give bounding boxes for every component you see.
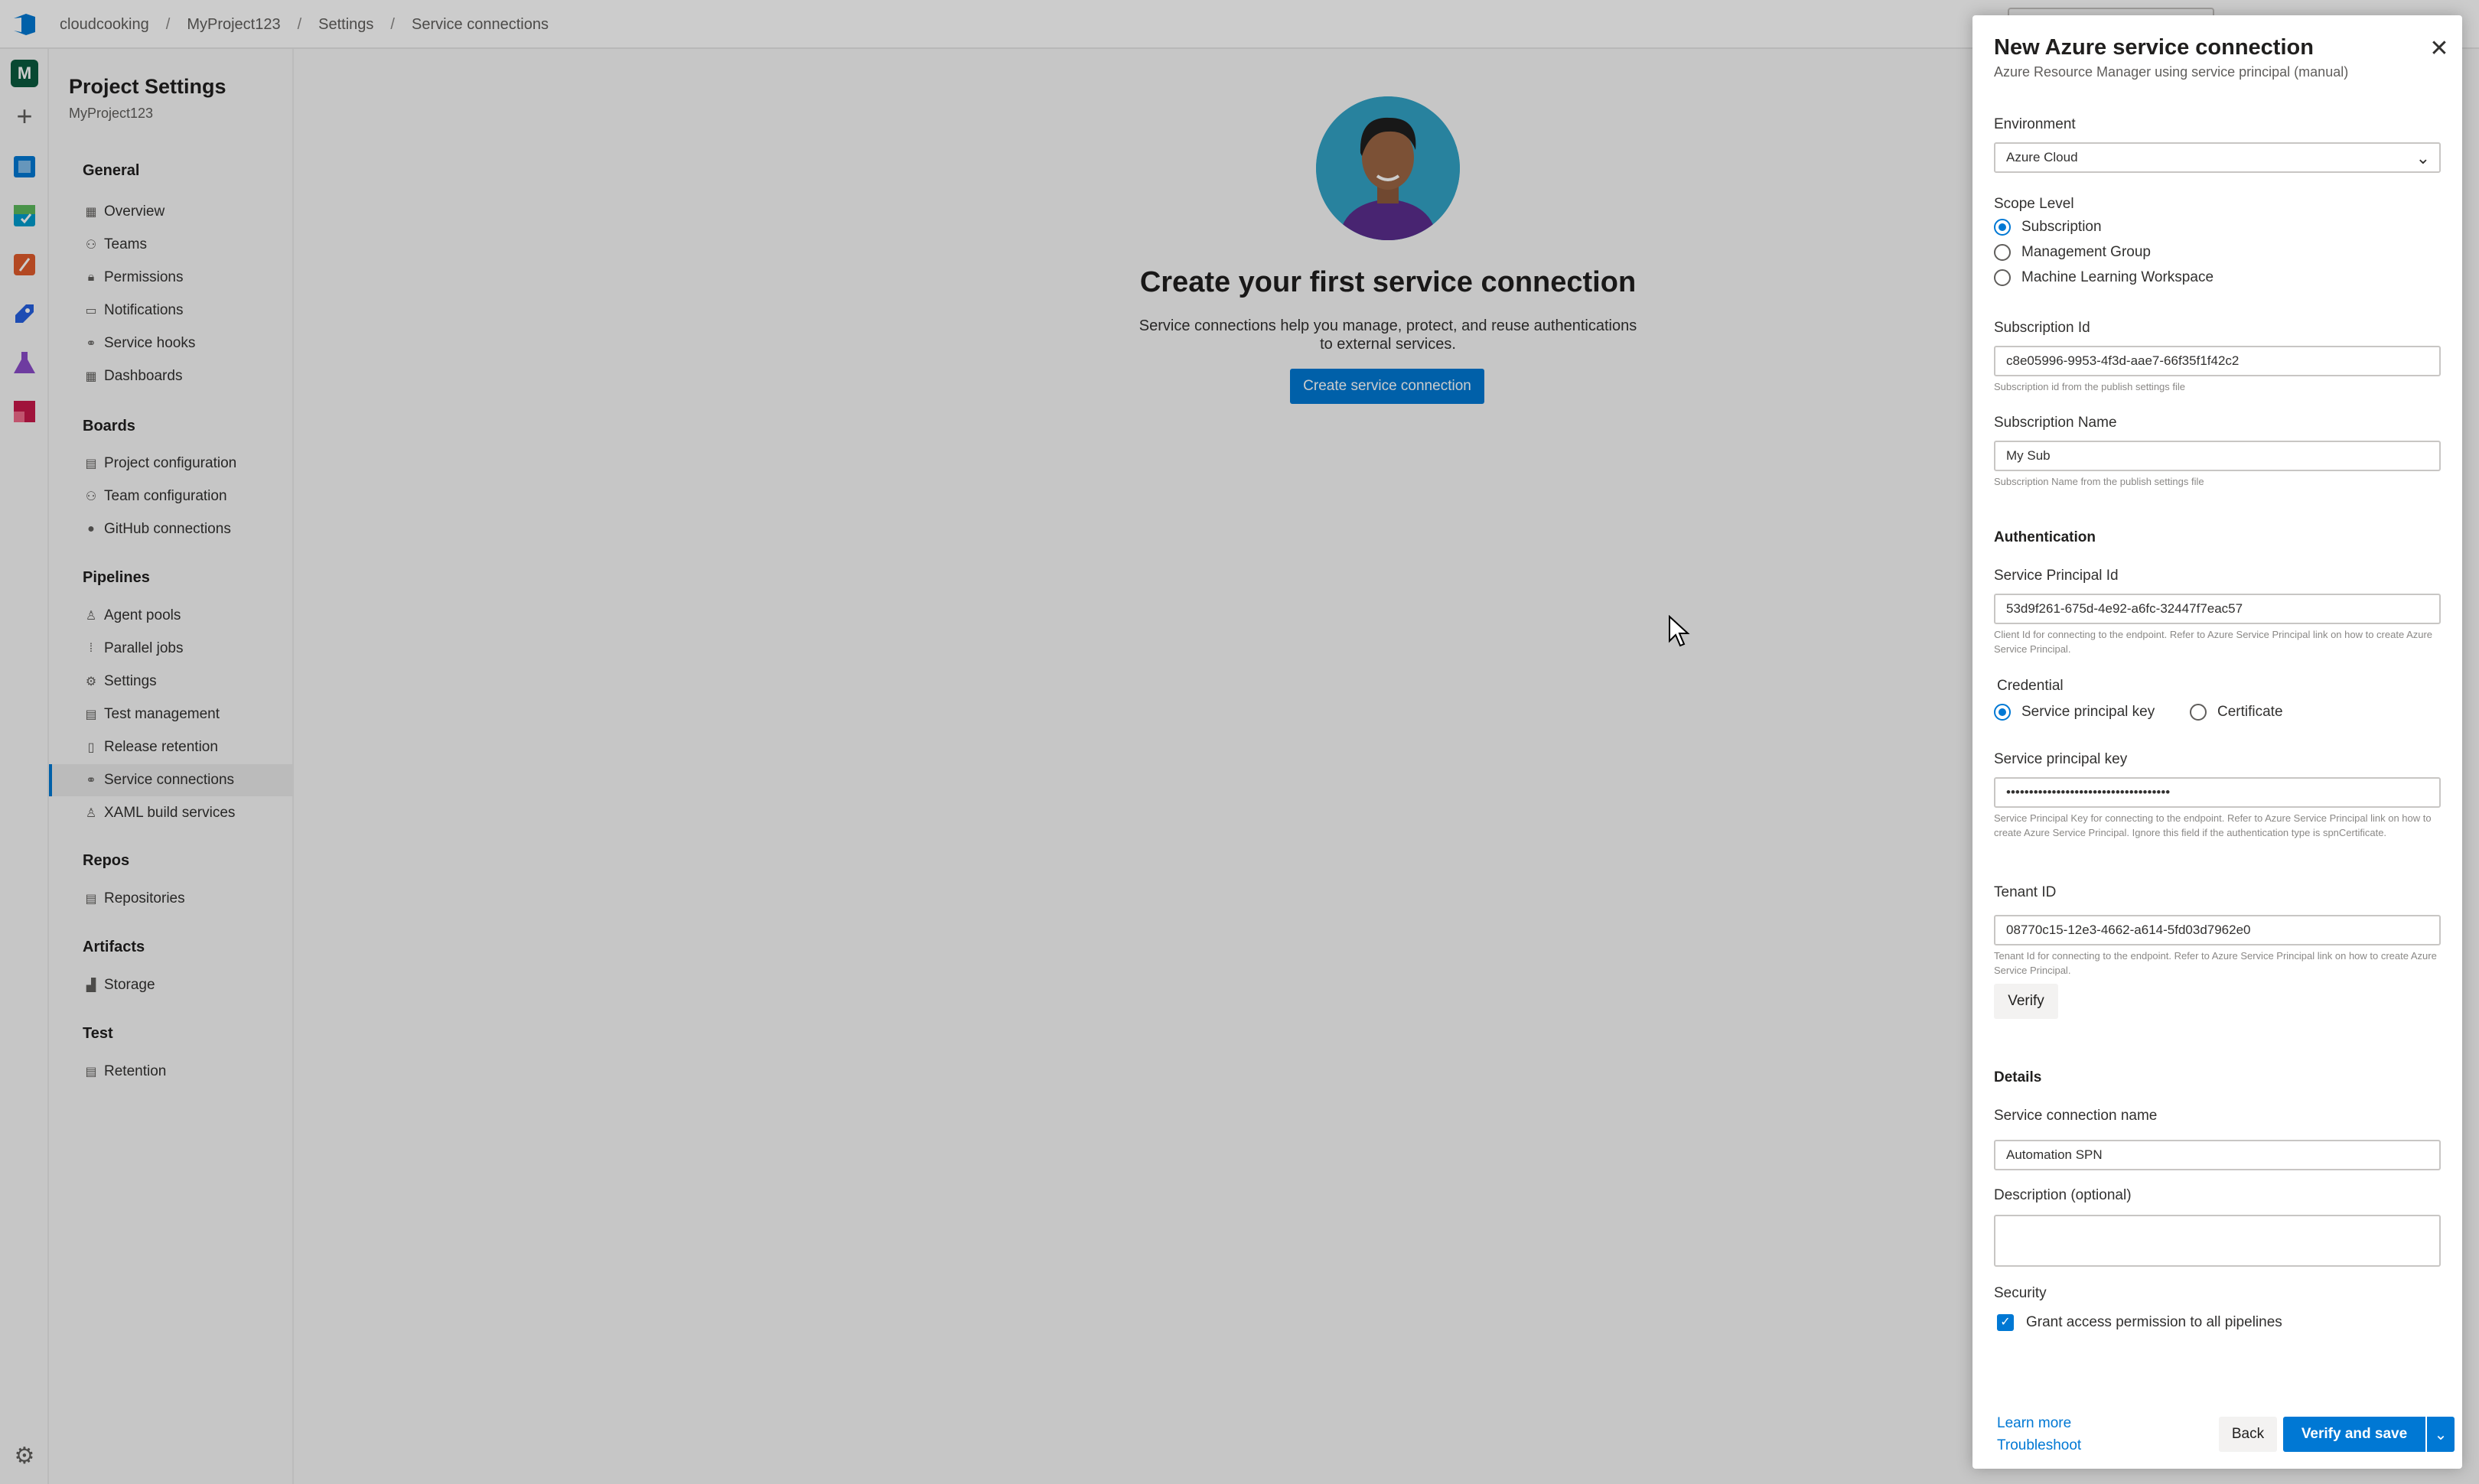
close-icon[interactable]: ✕ xyxy=(2424,34,2455,64)
verify-and-save-button[interactable]: Verify and save xyxy=(2283,1417,2425,1452)
checkmark-icon: ✓ xyxy=(1997,1314,2014,1331)
service-principal-key-field[interactable]: •••••••••••••••••••••••••••••••••••• xyxy=(1994,777,2441,808)
scope-radio-management-group[interactable]: Management Group xyxy=(1994,244,2151,261)
subscription-name-field[interactable]: My Sub xyxy=(1994,441,2441,471)
tenant-id-field[interactable]: 08770c15-12e3-4662-a614-5fd03d7962e0 xyxy=(1994,915,2441,945)
chevron-down-icon[interactable]: ⌄ xyxy=(2427,1417,2455,1452)
radio-selected-icon xyxy=(1994,704,2011,721)
subscription-name-label: Subscription Name xyxy=(1994,415,2117,431)
radio-label: Subscription xyxy=(2021,219,2102,235)
radio-empty-icon xyxy=(1994,269,2011,286)
credential-label: Credential xyxy=(1997,678,2064,694)
radio-selected-icon xyxy=(1994,219,2011,236)
radio-label: Certificate xyxy=(2217,704,2283,720)
scope-radio-ml-workspace[interactable]: Machine Learning Workspace xyxy=(1994,269,2214,286)
authentication-heading: Authentication xyxy=(1994,529,2096,545)
mouse-cursor-icon xyxy=(1669,615,1690,647)
subscription-id-label: Subscription Id xyxy=(1994,320,2090,336)
service-principal-id-help: Client Id for connecting to the endpoint… xyxy=(1994,629,2433,655)
service-principal-id-field[interactable]: 53d9f261-675d-4e92-a6fc-32447f7eac57 xyxy=(1994,594,2441,624)
service-principal-key-help: Service Principal Key for connecting to … xyxy=(1994,812,2432,838)
scope-level-label: Scope Level xyxy=(1994,196,2074,212)
panel-subtitle: Azure Resource Manager using service pri… xyxy=(1994,64,2349,80)
scope-radio-subscription[interactable]: Subscription xyxy=(1994,219,2102,236)
service-connection-name-field[interactable]: Automation SPN xyxy=(1994,1140,2441,1170)
tenant-id-help: Tenant Id for connecting to the endpoint… xyxy=(1994,950,2437,976)
verify-button[interactable]: Verify xyxy=(1994,984,2058,1019)
learn-more-link[interactable]: Learn more xyxy=(1997,1415,2071,1432)
credential-radio-certificate[interactable]: Certificate xyxy=(2190,704,2283,721)
radio-label: Service principal key xyxy=(2021,704,2155,720)
description-field[interactable] xyxy=(1994,1215,2441,1267)
radio-empty-icon xyxy=(2190,704,2207,721)
radio-empty-icon xyxy=(1994,244,2011,261)
environment-value: Azure Cloud xyxy=(2006,150,2078,164)
service-connection-name-label: Service connection name xyxy=(1994,1108,2158,1124)
grant-access-label: Grant access permission to all pipelines xyxy=(2026,1314,2282,1330)
subscription-name-help: Subscription Name from the publish setti… xyxy=(1994,476,2204,487)
credential-radio-key[interactable]: Service principal key xyxy=(1994,704,2155,721)
subscription-id-help: Subscription id from the publish setting… xyxy=(1994,381,2186,392)
service-principal-id-label: Service Principal Id xyxy=(1994,568,2119,584)
back-button[interactable]: Back xyxy=(2219,1417,2277,1452)
panel-title: New Azure service connection xyxy=(1994,35,2314,60)
new-service-connection-panel: New Azure service connection Azure Resou… xyxy=(1972,15,2462,1469)
service-principal-key-label: Service principal key xyxy=(1994,751,2128,767)
app-root: cloudcooking / MyProject123 / Settings /… xyxy=(0,0,2479,1484)
subscription-id-field[interactable]: c8e05996-9953-4f3d-aae7-66f35f1f42c2 xyxy=(1994,346,2441,376)
environment-label: Environment xyxy=(1994,116,2076,132)
chevron-down-icon: ⌄ xyxy=(2415,148,2430,168)
grant-access-checkbox[interactable]: ✓ Grant access permission to all pipelin… xyxy=(1997,1314,2282,1331)
description-label: Description (optional) xyxy=(1994,1187,2132,1203)
radio-label: Management Group xyxy=(2021,244,2151,260)
security-label: Security xyxy=(1994,1285,2047,1301)
environment-dropdown[interactable]: Azure Cloud ⌄ xyxy=(1994,142,2441,173)
troubleshoot-link[interactable]: Troubleshoot xyxy=(1997,1437,2081,1454)
tenant-id-label: Tenant ID xyxy=(1994,884,2057,900)
details-heading: Details xyxy=(1994,1069,2042,1085)
radio-label: Machine Learning Workspace xyxy=(2021,269,2214,285)
